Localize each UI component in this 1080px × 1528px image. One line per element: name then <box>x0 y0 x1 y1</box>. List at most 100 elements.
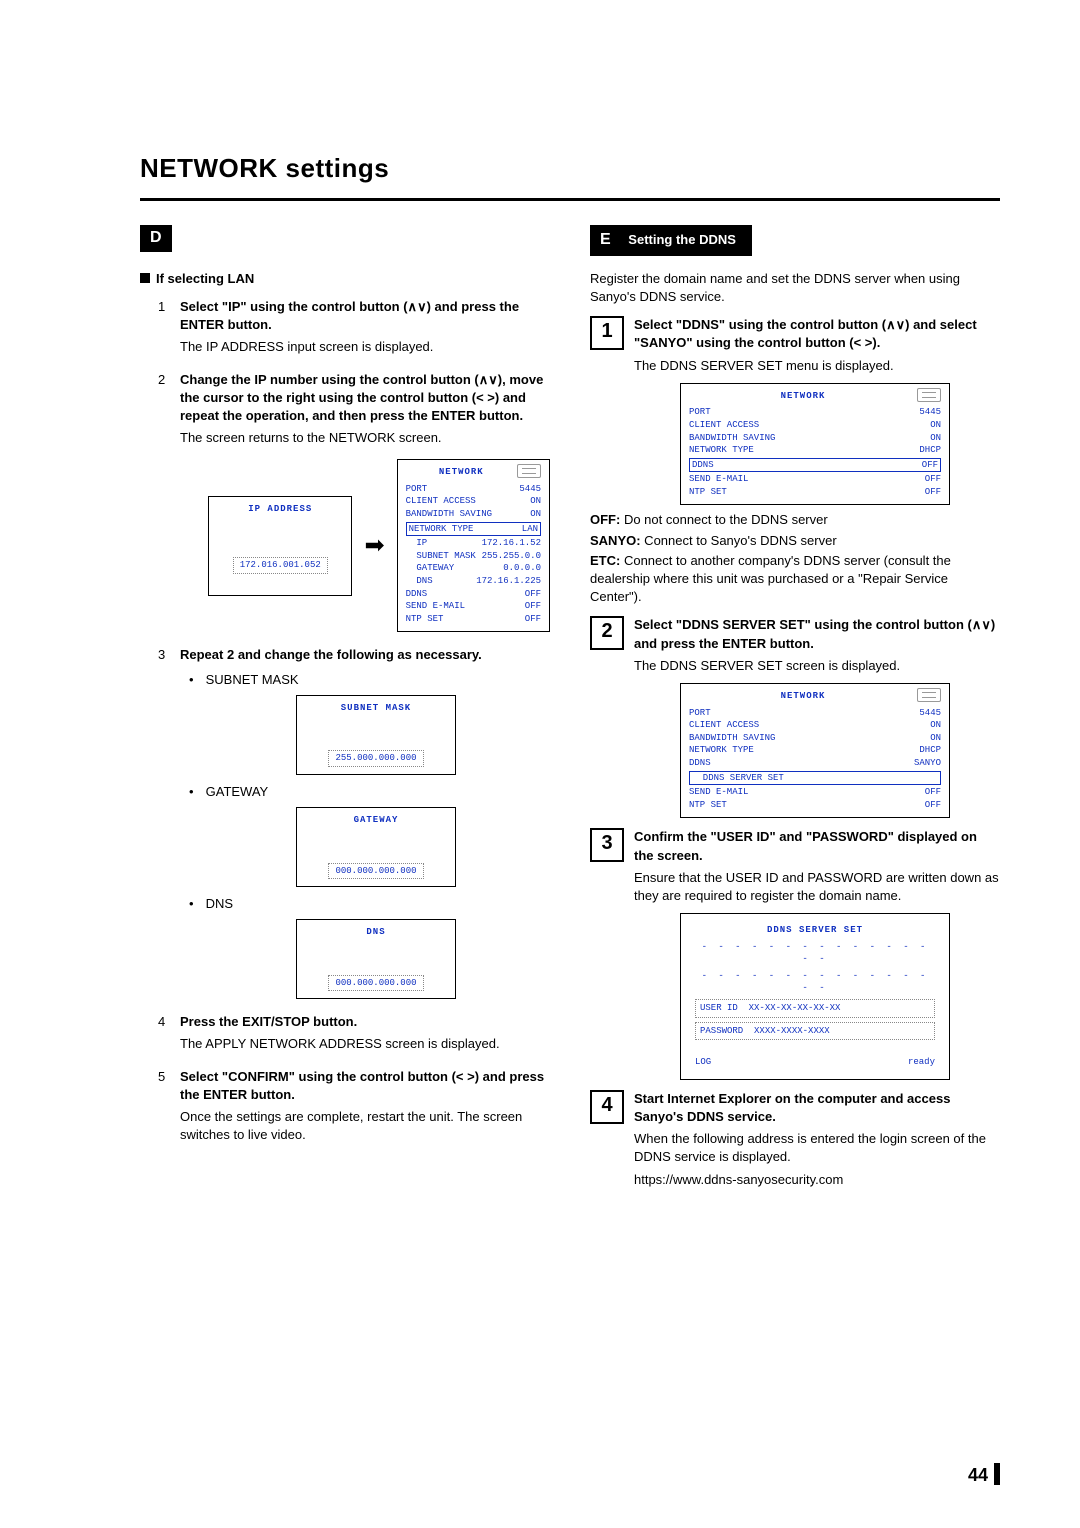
def-etc-term: ETC: <box>590 553 620 568</box>
osd-ip-address: IP ADDRESS 172.016.001.052 <box>208 496 352 596</box>
camera-icon <box>517 464 541 478</box>
user-id-label: USER ID <box>700 1003 738 1013</box>
step-body: The screen returns to the NETWORK screen… <box>180 429 550 447</box>
section-letter-e: E <box>590 227 617 253</box>
step-body: The DDNS SERVER SET menu is displayed. <box>634 357 1000 375</box>
manual-page: NETWORK settings D If selecting LAN 1 Se… <box>0 0 1080 1528</box>
def-sanyo-term: SANYO: <box>590 533 641 548</box>
subhead-if-lan: If selecting LAN <box>140 270 550 288</box>
step-box-1: 1 <box>590 316 624 350</box>
step-number: 1 <box>158 298 165 316</box>
osd-title: DNS <box>305 926 447 939</box>
bullet-list-params: SUBNET MASK SUBNET MASK 255.000.000.000 … <box>180 671 550 1000</box>
osd-title: GATEWAY <box>305 814 447 827</box>
osd-dns: DNS 000.000.000.000 <box>296 919 456 999</box>
right-column: E Setting the DDNS Register the domain n… <box>590 225 1000 1196</box>
left-step-4: 4 Press the EXIT/STOP button. The APPLY … <box>158 1013 550 1053</box>
log-label: LOG <box>695 1056 711 1069</box>
osd-rows: PORT5445 CLIENT ACCESSON BANDWIDTH SAVIN… <box>406 483 541 626</box>
osd-ddns-server-set: DDNS SERVER SET - - - - - - - - - - - - … <box>680 913 950 1080</box>
osd-step3-wrap: DDNS SERVER SET - - - - - - - - - - - - … <box>630 913 1000 1080</box>
step-number: 2 <box>158 371 165 389</box>
step-lead: Change the IP number using the control b… <box>180 372 543 423</box>
step-box-4: 4 <box>590 1090 624 1124</box>
osd-title: NETWORK <box>689 390 941 403</box>
osd-value: 000.000.000.000 <box>328 975 423 992</box>
osd-title: DDNS SERVER SET <box>695 924 935 937</box>
section-e-title: Setting the DDNS <box>620 228 744 252</box>
page-number: 44 <box>968 1463 1000 1488</box>
page-number-bar-icon <box>994 1463 1000 1485</box>
step-lead: Select "IP" using the control button (∧∨… <box>180 299 519 332</box>
left-step-5: 5 Select "CONFIRM" using the control but… <box>158 1068 550 1145</box>
step-body: The IP ADDRESS input screen is displayed… <box>180 338 550 356</box>
camera-icon <box>917 388 941 402</box>
step-number: 3 <box>158 646 165 664</box>
step-box-3: 3 <box>590 828 624 862</box>
osd-value: 000.000.000.000 <box>328 863 423 880</box>
step-body: When the following address is entered th… <box>634 1130 1000 1166</box>
step-body: The APPLY NETWORK ADDRESS screen is disp… <box>180 1035 550 1053</box>
step-body: Once the settings are complete, restart … <box>180 1108 550 1144</box>
step-lead: Select "CONFIRM" using the control butto… <box>180 1069 544 1102</box>
password-value: XXXX-XXXX-XXXX <box>754 1026 830 1036</box>
step-body: The DDNS SERVER SET screen is displayed. <box>634 657 1000 675</box>
osd-title: NETWORK <box>689 690 941 703</box>
step-lead: Start Internet Explorer on the computer … <box>634 1090 1000 1126</box>
left-step-list: 1 Select "IP" using the control button (… <box>158 298 550 1144</box>
left-step-3: 3 Repeat 2 and change the following as n… <box>158 646 550 999</box>
def-etc-desc: Connect to another company's DDNS server… <box>590 553 951 604</box>
step-lead: Select "DDNS SERVER SET" using the contr… <box>634 616 1000 652</box>
step-lead: Confirm the "USER ID" and "PASSWORD" dis… <box>634 828 1000 864</box>
osd-network-ddns-sanyo: NETWORK PORT5445 CLIENT ACCESSON BANDWID… <box>680 683 950 818</box>
left-column: D If selecting LAN 1 Select "IP" using t… <box>140 225 550 1196</box>
osd-value: 172.016.001.052 <box>233 557 328 574</box>
section-letter-d: D <box>140 225 172 251</box>
bullet-subnet: SUBNET MASK SUBNET MASK 255.000.000.000 <box>202 671 550 775</box>
osd-step1-wrap: NETWORK PORT5445 CLIENT ACCESSON BANDWID… <box>630 383 1000 506</box>
right-step-4: 4 Start Internet Explorer on the compute… <box>590 1090 1000 1191</box>
step-lead: Press the EXIT/STOP button. <box>180 1014 357 1029</box>
ip-and-network-screens: IP ADDRESS 172.016.001.052 ➡ NETWORK <box>208 459 550 632</box>
osd-value: 255.000.000.000 <box>328 750 423 767</box>
log-status: ready <box>908 1056 935 1069</box>
osd-network-ddns-off: NETWORK PORT5445 CLIENT ACCESSON BANDWID… <box>680 383 950 506</box>
title-rule <box>140 198 1000 201</box>
right-step-2: 2 Select "DDNS SERVER SET" using the con… <box>590 616 1000 677</box>
step-number: 5 <box>158 1068 165 1086</box>
two-columns: D If selecting LAN 1 Select "IP" using t… <box>140 225 1000 1196</box>
ddns-url: https://www.ddns-sanyosecurity.com <box>634 1171 1000 1189</box>
right-step-1: 1 Select "DDNS" using the control button… <box>590 316 1000 377</box>
ddns-option-definitions: OFF: Do not connect to the DDNS server S… <box>590 511 1000 606</box>
step-body: Ensure that the USER ID and PASSWORD are… <box>634 869 1000 905</box>
password-label: PASSWORD <box>700 1026 743 1036</box>
page-title: NETWORK settings <box>140 150 1000 186</box>
section-e-header: E Setting the DDNS <box>590 225 752 255</box>
left-step-2: 2 Change the IP number using the control… <box>158 371 550 633</box>
osd-title: IP ADDRESS <box>217 503 343 516</box>
square-bullet-icon <box>140 273 150 283</box>
section-e-intro: Register the domain name and set the DDN… <box>590 270 1000 306</box>
osd-gateway: GATEWAY 000.000.000.000 <box>296 807 456 887</box>
arrow-right-icon: ➡ <box>364 529 384 563</box>
def-off-desc: Do not connect to the DDNS server <box>620 512 827 527</box>
osd-network-full: NETWORK PORT5445 CLIENT ACCESSON BANDWID… <box>397 459 550 632</box>
right-step-3: 3 Confirm the "USER ID" and "PASSWORD" d… <box>590 828 1000 907</box>
user-id-value: XX-XX-XX-XX-XX-XX <box>749 1003 841 1013</box>
step-box-2: 2 <box>590 616 624 650</box>
def-sanyo-desc: Connect to Sanyo's DDNS server <box>641 533 837 548</box>
dashes-row: - - - - - - - - - - - - - - - - <box>695 941 935 966</box>
osd-title: SUBNET MASK <box>305 702 447 715</box>
def-off-term: OFF: <box>590 512 620 527</box>
osd-step2-wrap: NETWORK PORT5445 CLIENT ACCESSON BANDWID… <box>630 683 1000 818</box>
dashes-row: - - - - - - - - - - - - - - - - <box>695 970 935 995</box>
bullet-gateway: GATEWAY GATEWAY 000.000.000.000 <box>202 783 550 887</box>
section-d-header: D <box>140 225 550 251</box>
osd-subnet: SUBNET MASK 255.000.000.000 <box>296 695 456 775</box>
step-number: 4 <box>158 1013 165 1031</box>
left-step-1: 1 Select "IP" using the control button (… <box>158 298 550 357</box>
subhead-if-lan-text: If selecting LAN <box>156 271 254 286</box>
bullet-dns: DNS DNS 000.000.000.000 <box>202 895 550 999</box>
camera-icon <box>917 688 941 702</box>
step-lead: Select "DDNS" using the control button (… <box>634 316 1000 352</box>
